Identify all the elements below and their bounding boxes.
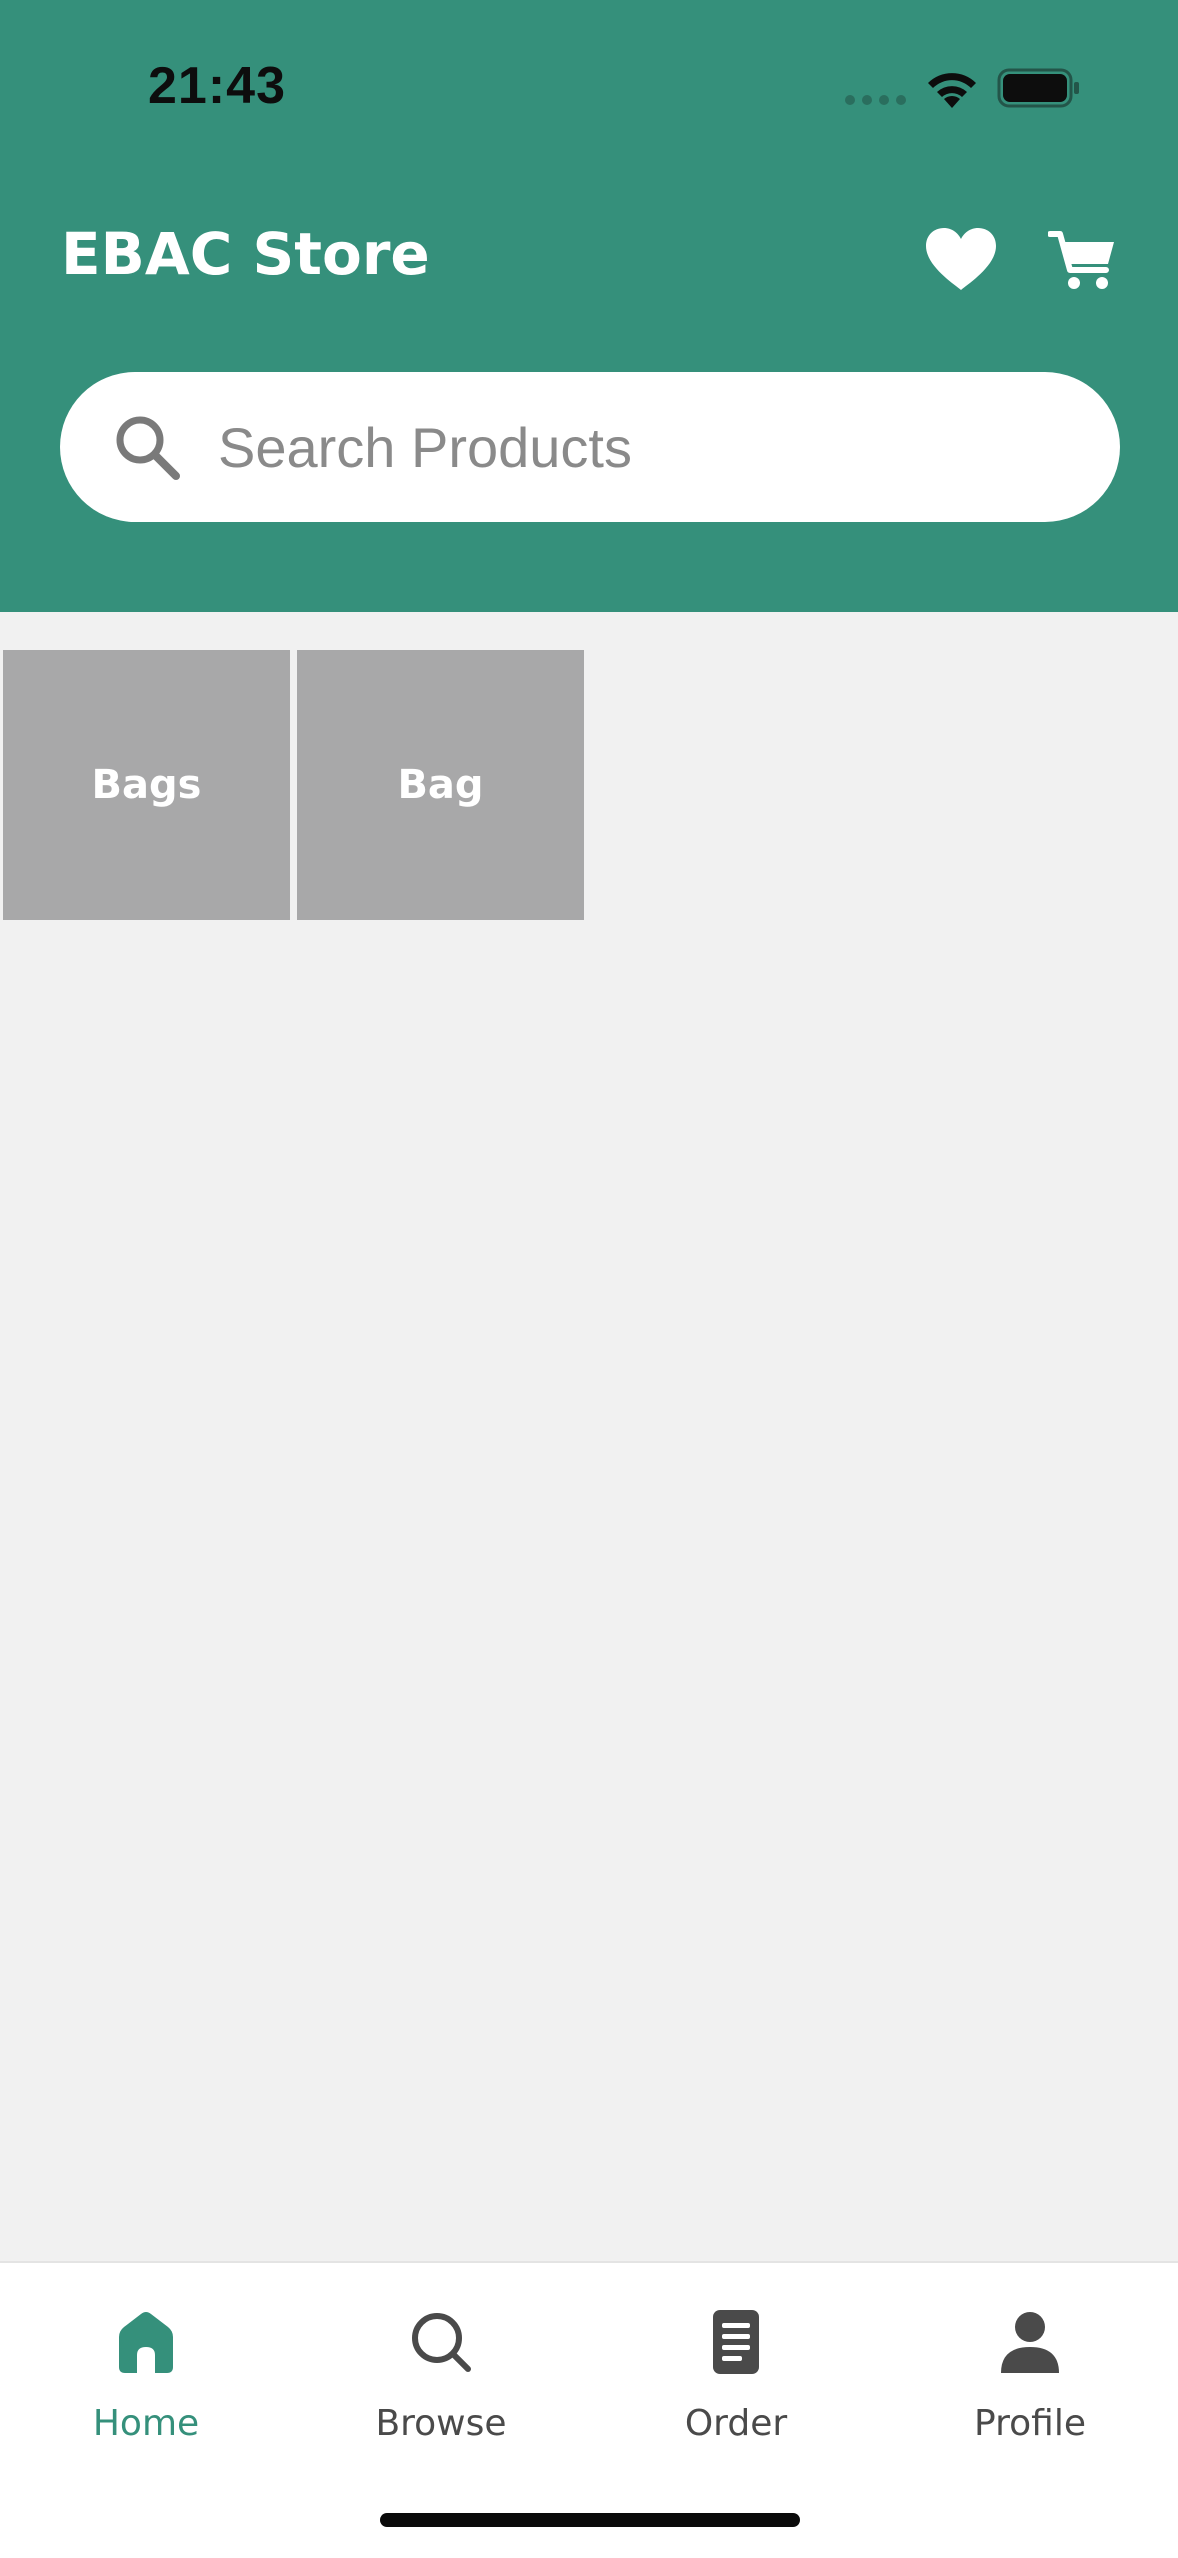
tab-browse-label: Browse — [375, 2403, 507, 2444]
wifi-icon — [928, 73, 976, 108]
cart-icon — [1047, 231, 1114, 289]
tab-order[interactable]: Order — [611, 2303, 861, 2463]
battery-icon — [997, 68, 1079, 108]
tab-profile[interactable]: Profile — [905, 2303, 1155, 2463]
category-tile-bags[interactable]: Bags — [3, 650, 290, 920]
cellular-signal-icon — [845, 95, 906, 105]
home-indicator — [380, 2513, 800, 2527]
category-tile-label: Bag — [397, 762, 484, 808]
home-icon — [119, 2312, 173, 2373]
tab-browse[interactable]: Browse — [316, 2303, 566, 2463]
tab-home-label: Home — [92, 2403, 200, 2444]
category-tile-label: Bags — [91, 762, 202, 808]
favorites-button[interactable] — [924, 226, 998, 292]
status-time: 21:43 — [148, 57, 286, 115]
tab-profile-label: Profile — [974, 2403, 1086, 2444]
app-header: 21:43 EBAC Store — [0, 0, 1178, 612]
search-icon — [116, 416, 180, 480]
tab-order-label: Order — [684, 2403, 788, 2444]
category-tile-bag[interactable]: Bag — [297, 650, 584, 920]
search-input[interactable] — [218, 412, 1078, 482]
receipt-icon — [713, 2310, 759, 2374]
heart-icon — [926, 228, 996, 290]
cart-button[interactable] — [1047, 228, 1118, 292]
search-icon — [412, 2313, 471, 2372]
search-bar[interactable] — [60, 372, 1120, 522]
app-title: EBAC Store — [61, 220, 430, 288]
tab-home[interactable]: Home — [21, 2303, 271, 2463]
person-icon — [1001, 2312, 1059, 2373]
